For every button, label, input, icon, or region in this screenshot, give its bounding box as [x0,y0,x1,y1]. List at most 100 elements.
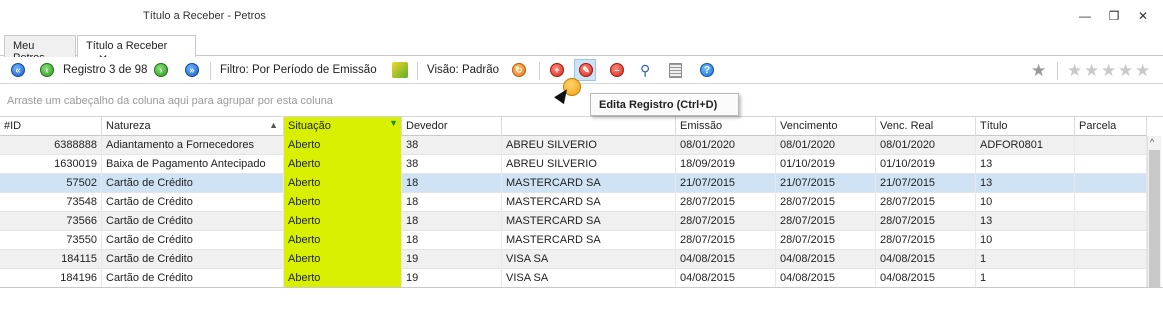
cell-devedor-nome[interactable]: MASTERCARD SA [502,193,676,212]
minimize-icon[interactable]: — [1075,8,1095,24]
cell-devedor[interactable]: 18 [402,174,502,193]
column-filter-icon[interactable]: ▼ [389,118,398,128]
cell-venc-real[interactable]: 01/10/2019 [876,155,976,174]
cell-venc-real[interactable]: 04/08/2015 [876,269,976,288]
close-icon[interactable]: ✕ [1133,8,1153,24]
cell-vencimento[interactable]: 04/08/2015 [776,250,876,269]
cell-parcela[interactable] [1075,193,1147,212]
cell-id[interactable]: 73550 [0,231,102,250]
column-header-vencimento[interactable]: Vencimento [776,117,876,136]
cell-situacao[interactable]: Aberto [284,193,402,212]
cell-emissao[interactable]: 28/07/2015 [676,193,776,212]
cell-devedor-nome[interactable]: ABREU SILVERIO [502,136,676,155]
cell-natureza[interactable]: Cartão de Crédito [102,193,284,212]
cell-emissao[interactable]: 21/07/2015 [676,174,776,193]
column-header-situacao[interactable]: Situação ▼ [284,117,402,136]
cell-titulo[interactable]: 13 [976,212,1075,231]
cell-devedor-nome[interactable]: VISA SA [502,269,676,288]
cell-vencimento[interactable]: 21/07/2015 [776,174,876,193]
cell-situacao[interactable]: Aberto [284,269,402,288]
table-row[interactable]: 184196 Cartão de Crédito Aberto 19 VISA SA 04… [0,269,1147,288]
cell-devedor[interactable]: 38 [402,136,502,155]
table-row[interactable]: 57502 Cartão de Crédito Aberto 18 MASTERCARD… [0,174,1147,193]
vertical-scrollbar[interactable]: ^ [1147,136,1161,287]
cell-parcela[interactable] [1075,155,1147,174]
cell-situacao[interactable]: Aberto [284,250,402,269]
first-record-icon[interactable]: « [11,63,25,77]
cell-id[interactable]: 184196 [0,269,102,288]
cell-id[interactable]: 6388888 [0,136,102,155]
add-record-icon[interactable]: + [550,63,564,77]
delete-record-icon[interactable]: – [610,63,624,77]
table-row[interactable]: 73548 Cartão de Crédito Aberto 18 MASTERCARD… [0,193,1147,212]
next-record-icon[interactable]: › [154,63,168,77]
report-icon[interactable] [669,63,682,78]
cell-devedor-nome[interactable]: MASTERCARD SA [502,174,676,193]
cell-venc-real[interactable]: 21/07/2015 [876,174,976,193]
cell-titulo[interactable]: 10 [976,193,1075,212]
cell-venc-real[interactable]: 28/07/2015 [876,231,976,250]
cell-emissao[interactable]: 04/08/2015 [676,250,776,269]
cell-devedor-nome[interactable]: ABREU SILVERIO [502,155,676,174]
cell-venc-real[interactable]: 28/07/2015 [876,212,976,231]
cell-emissao[interactable]: 18/09/2019 [676,155,776,174]
table-row[interactable]: 1630019 Baixa de Pagamento Antecipado Aber… [0,155,1147,174]
column-header-venc-real[interactable]: Venc. Real [876,117,976,136]
cell-venc-real[interactable]: 08/01/2020 [876,136,976,155]
cell-natureza[interactable]: Cartão de Crédito [102,250,284,269]
restore-icon[interactable]: ❐ [1104,8,1124,24]
previous-record-icon[interactable]: ‹ [40,63,54,77]
column-header-emissao[interactable]: Emissão [676,117,776,136]
last-record-icon[interactable]: » [185,63,199,77]
tab-titulo-a-receber[interactable]: Título a Receber ✕ [77,35,196,66]
cell-parcela[interactable] [1075,212,1147,231]
cell-natureza[interactable]: Adiantamento a Fornecedores [102,136,284,155]
cell-parcela[interactable] [1075,174,1147,193]
rating-star-icon[interactable]: ★ [1084,61,1099,81]
cell-situacao[interactable]: Aberto [284,136,402,155]
favorite-star-icon[interactable]: ★ [1031,61,1046,81]
cell-natureza[interactable]: Cartão de Crédito [102,231,284,250]
cell-venc-real[interactable]: 28/07/2015 [876,193,976,212]
cell-devedor[interactable]: 18 [402,231,502,250]
cell-parcela[interactable] [1075,231,1147,250]
search-icon[interactable]: ⚲ [640,63,654,77]
cell-natureza[interactable]: Baixa de Pagamento Antecipado [102,155,284,174]
view-label[interactable]: Visão: Padrão [427,64,499,76]
cell-devedor[interactable]: 18 [402,193,502,212]
cell-id[interactable]: 73566 [0,212,102,231]
column-header-devedor[interactable]: Devedor [402,117,502,136]
view-options-icon[interactable]: ↻ [512,63,526,77]
cell-titulo[interactable]: ADFOR0801 [976,136,1075,155]
cell-vencimento[interactable]: 01/10/2019 [776,155,876,174]
cell-parcela[interactable] [1075,136,1147,155]
cell-natureza[interactable]: Cartão de Crédito [102,269,284,288]
cell-id[interactable]: 184115 [0,250,102,269]
cell-titulo[interactable]: 13 [976,174,1075,193]
scrollbar-thumb[interactable] [1149,150,1160,287]
help-icon[interactable]: ? [700,63,714,77]
cell-devedor-nome[interactable]: MASTERCARD SA [502,231,676,250]
cell-devedor-nome[interactable]: VISA SA [502,250,676,269]
rating-star-icon[interactable]: ★ [1118,61,1133,81]
cell-venc-real[interactable]: 04/08/2015 [876,250,976,269]
cell-natureza[interactable]: Cartão de Crédito [102,174,284,193]
cell-id[interactable]: 57502 [0,174,102,193]
column-header-devedor-nome[interactable] [502,117,676,136]
column-header-parcela[interactable]: Parcela [1075,117,1147,136]
cell-id[interactable]: 73548 [0,193,102,212]
filter-funnel-icon[interactable] [392,62,408,78]
edit-record-icon[interactable]: ✎ [579,63,593,77]
cell-devedor[interactable]: 19 [402,269,502,288]
table-row[interactable]: 73566 Cartão de Crédito Aberto 18 MASTERCARD… [0,212,1147,231]
table-row[interactable]: 184115 Cartão de Crédito Aberto 19 VISA SA 04… [0,250,1147,269]
cell-vencimento[interactable]: 28/07/2015 [776,193,876,212]
cell-situacao[interactable]: Aberto [284,231,402,250]
rating-star-icon[interactable]: ★ [1067,61,1082,81]
cell-vencimento[interactable]: 28/07/2015 [776,212,876,231]
cell-titulo[interactable]: 10 [976,231,1075,250]
cell-situacao[interactable]: Aberto [284,212,402,231]
column-header-id[interactable]: #ID [0,117,102,136]
cell-emissao[interactable]: 04/08/2015 [676,269,776,288]
cell-vencimento[interactable]: 08/01/2020 [776,136,876,155]
